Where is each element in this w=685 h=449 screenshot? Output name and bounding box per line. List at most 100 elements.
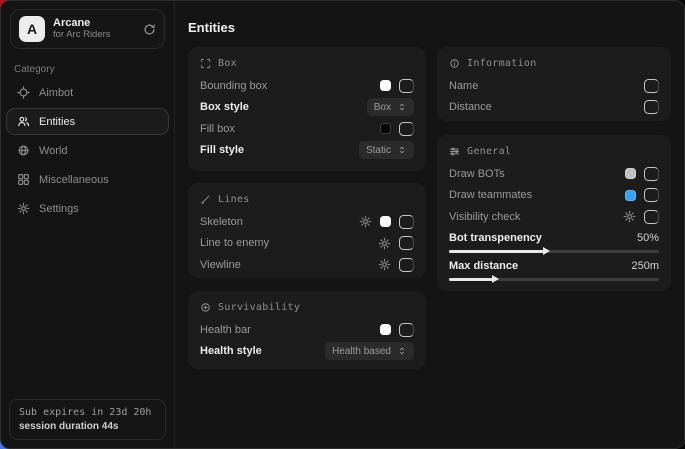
sidebar: A Arcane for Arc Riders Category Aimbot [1, 1, 175, 448]
row-bounding-box: Bounding box [200, 75, 414, 97]
skeleton-color-swatch[interactable] [380, 216, 391, 227]
row-label: Bounding box [200, 80, 267, 92]
slider-label: Max distance [449, 260, 518, 272]
app-logo-card: A Arcane for Arc Riders [10, 9, 165, 49]
sidebar-item-label: Miscellaneous [39, 174, 109, 186]
dropdown-value: Box [374, 102, 391, 113]
line-to-enemy-settings-gear-icon[interactable] [378, 237, 391, 250]
line-icon [200, 194, 211, 205]
health-style-dropdown[interactable]: Health based [325, 342, 414, 360]
row-draw-teammates: Draw teammates [449, 185, 659, 207]
bot-transparency-slider[interactable] [449, 250, 659, 253]
viewline-settings-gear-icon[interactable] [378, 258, 391, 271]
slider-thumb[interactable] [543, 247, 550, 255]
screen: A Arcane for Arc Riders Category Aimbot [0, 0, 685, 449]
sliders-icon [449, 146, 460, 157]
sidebar-item-world[interactable]: World [6, 137, 169, 164]
chevron-up-down-icon [397, 346, 407, 356]
draw-bots-color-swatch[interactable] [625, 168, 636, 179]
chevron-up-down-icon [397, 145, 407, 155]
row-line-to-enemy: Line to enemy [200, 233, 414, 255]
skeleton-checkbox[interactable] [399, 215, 414, 229]
app-window: A Arcane for Arc Riders Category Aimbot [0, 0, 685, 449]
subscription-info-card: Sub expires in 23d 20h session duration … [9, 399, 166, 440]
name-checkbox[interactable] [644, 79, 659, 93]
row-label: Box style [200, 101, 249, 113]
app-title-block: Arcane for Arc Riders [53, 17, 135, 41]
row-name: Name [449, 75, 659, 97]
row-label: Line to enemy [200, 237, 269, 249]
info-icon [449, 58, 460, 69]
row-label: Draw teammates [449, 189, 532, 201]
row-visibility-check: Visibility check [449, 206, 659, 228]
row-distance: Distance [449, 97, 659, 119]
viewline-checkbox[interactable] [399, 258, 414, 272]
app-logo: A [19, 16, 45, 42]
page-title: Entities [188, 20, 235, 35]
skeleton-settings-gear-icon[interactable] [359, 215, 372, 228]
card-information: Information Name Distance [437, 47, 671, 121]
bot-transparency-slider-group: Bot transpenency 50% [449, 230, 659, 253]
draw-teammates-checkbox[interactable] [644, 188, 659, 202]
slider-value: 250m [631, 260, 659, 272]
card-information-title: Information [449, 58, 659, 69]
distance-checkbox[interactable] [644, 100, 659, 114]
sidebar-nav: Aimbot Entities World [6, 79, 169, 222]
bounding-box-checkbox[interactable] [399, 79, 414, 93]
card-box: Box Bounding box Box style Box [188, 47, 426, 171]
row-label: Visibility check [449, 211, 520, 223]
row-health-bar: Health bar [200, 319, 414, 341]
row-box-style: Box style Box [200, 97, 414, 119]
sidebar-item-label: Settings [39, 203, 79, 215]
box-brackets-icon [200, 58, 211, 69]
row-label: Draw BOTs [449, 168, 505, 180]
session-duration: session duration 44s [19, 421, 156, 432]
health-bar-color-swatch[interactable] [380, 324, 391, 335]
visibility-check-checkbox[interactable] [644, 210, 659, 224]
max-distance-slider-group: Max distance 250m [449, 258, 659, 281]
category-label: Category [14, 64, 174, 75]
refresh-icon[interactable] [143, 23, 156, 36]
row-label: Skeleton [200, 216, 243, 228]
draw-teammates-color-swatch[interactable] [625, 190, 636, 201]
card-lines-title: Lines [200, 194, 414, 205]
entities-icon [16, 115, 30, 128]
health-bar-checkbox[interactable] [399, 323, 414, 337]
sidebar-item-label: World [39, 145, 68, 157]
fill-style-dropdown[interactable]: Static [359, 141, 414, 159]
row-label: Health bar [200, 324, 251, 336]
row-health-style: Health style Health based [200, 341, 414, 363]
sidebar-item-label: Aimbot [39, 87, 73, 99]
fill-box-checkbox[interactable] [399, 122, 414, 136]
max-distance-slider[interactable] [449, 278, 659, 281]
row-draw-bots: Draw BOTs [449, 163, 659, 185]
row-fill-box: Fill box [200, 118, 414, 140]
sidebar-item-entities[interactable]: Entities [6, 108, 169, 135]
draw-bots-checkbox[interactable] [644, 167, 659, 181]
bounding-box-color-swatch[interactable] [380, 80, 391, 91]
row-label: Distance [449, 101, 492, 113]
slider-label: Bot transpenency [449, 232, 542, 244]
sidebar-item-aimbot[interactable]: Aimbot [6, 79, 169, 106]
sidebar-item-settings[interactable]: Settings [6, 195, 169, 222]
line-to-enemy-checkbox[interactable] [399, 236, 414, 250]
box-style-dropdown[interactable]: Box [367, 98, 414, 116]
subscription-expiry: Sub expires in 23d 20h [19, 407, 156, 418]
card-survivability: Survivability Health bar Health style He… [188, 291, 426, 369]
globe-icon [16, 144, 30, 157]
visibility-check-settings-gear-icon[interactable] [623, 210, 636, 223]
card-general-title: General [449, 146, 659, 157]
chevron-up-down-icon [397, 102, 407, 112]
slider-thumb[interactable] [492, 275, 499, 283]
sidebar-item-miscellaneous[interactable]: Miscellaneous [6, 166, 169, 193]
row-label: Fill style [200, 144, 244, 156]
app-name: Arcane [53, 17, 135, 30]
row-fill-style: Fill style Static [200, 140, 414, 162]
crosshair-icon [16, 86, 30, 99]
grid-icon [16, 173, 30, 186]
card-lines: Lines Skeleton Line to enemy [188, 183, 426, 278]
fill-box-color-swatch[interactable] [380, 123, 391, 134]
sidebar-item-label: Entities [39, 116, 75, 128]
row-viewline: Viewline [200, 254, 414, 276]
main-panel: Entities Box Bounding box Box style [176, 1, 684, 448]
